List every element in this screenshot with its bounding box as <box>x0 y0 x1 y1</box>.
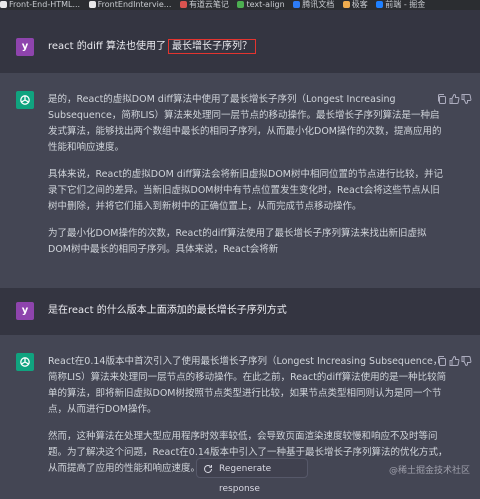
refresh-icon <box>204 464 212 473</box>
user-message: y 是在react 的什么版本上面添加的最长增长子序列方式 <box>0 288 480 335</box>
user-avatar: y <box>16 38 34 56</box>
bookmarks-bar: Front-End-HTML... FrontEndIntervie... 有道… <box>0 0 480 10</box>
thumbs-down-icon[interactable] <box>460 355 472 367</box>
bookmark-item[interactable]: text-align <box>237 0 285 10</box>
assistant-reply: 是的，React的虚拟DOM diff算法中使用了最长增长子序列（Longest… <box>48 92 448 269</box>
copy-icon[interactable] <box>436 355 448 367</box>
youdao-icon <box>179 1 187 8</box>
thumbs-up-icon[interactable] <box>448 93 460 105</box>
highlighted-text: 最长增长子序列？ <box>167 39 256 54</box>
user-message-text: react 的diff 算法也使用了 最长增长子序列？ <box>48 39 256 54</box>
reply-paragraph: React在0.14版本中首次引入了使用最长增长子序列（Longest Incr… <box>48 356 447 415</box>
chatgpt-avatar <box>16 353 34 371</box>
thumbs-down-icon[interactable] <box>460 93 472 105</box>
geek-icon <box>342 1 350 8</box>
github-icon <box>0 1 7 8</box>
reply-paragraph: 是的，React的虚拟DOM diff算法中使用了最长增长子序列（Longest… <box>48 94 442 153</box>
reply-paragraph: 为了最小化DOM操作的次数，React的diff算法使用了最长增长子序列算法来找… <box>48 228 427 255</box>
user-avatar: y <box>16 302 34 320</box>
github-icon <box>88 1 96 8</box>
message-actions <box>436 355 472 367</box>
regenerate-response-button[interactable]: Regenerate response <box>196 458 308 494</box>
tencent-docs-icon <box>293 1 301 8</box>
watermark: @稀土掘金技术社区 <box>388 466 470 476</box>
openai-logo-icon <box>20 95 30 105</box>
user-message-text: 是在react 的什么版本上面添加的最长增长子序列方式 <box>48 305 287 316</box>
assistant-message: 是的，React的虚拟DOM diff算法中使用了最长增长子序列（Longest… <box>0 73 480 288</box>
reply-paragraph: 具体来说，React的虚拟DOM diff算法会将新旧虚拟DOM树中相同位置的节… <box>48 169 444 212</box>
w3-icon <box>237 1 245 8</box>
chatgpt-avatar <box>16 91 34 109</box>
bookmark-item[interactable]: 有道云笔记 <box>179 0 229 10</box>
juejin-icon <box>376 1 384 8</box>
thumbs-up-icon[interactable] <box>448 355 460 367</box>
openai-logo-icon <box>20 357 30 367</box>
bookmark-item[interactable]: FrontEndIntervie... <box>88 0 171 10</box>
message-actions <box>436 93 472 105</box>
copy-icon[interactable] <box>436 93 448 105</box>
bookmark-item[interactable]: 腾讯文档 <box>293 0 334 10</box>
bookmark-item[interactable]: 极客 <box>342 0 368 10</box>
user-message: y react 的diff 算法也使用了 最长增长子序列？ <box>0 10 480 73</box>
bookmark-item[interactable]: 前端 - 掘金 <box>376 0 425 10</box>
bookmark-item[interactable]: Front-End-HTML... <box>0 0 80 10</box>
